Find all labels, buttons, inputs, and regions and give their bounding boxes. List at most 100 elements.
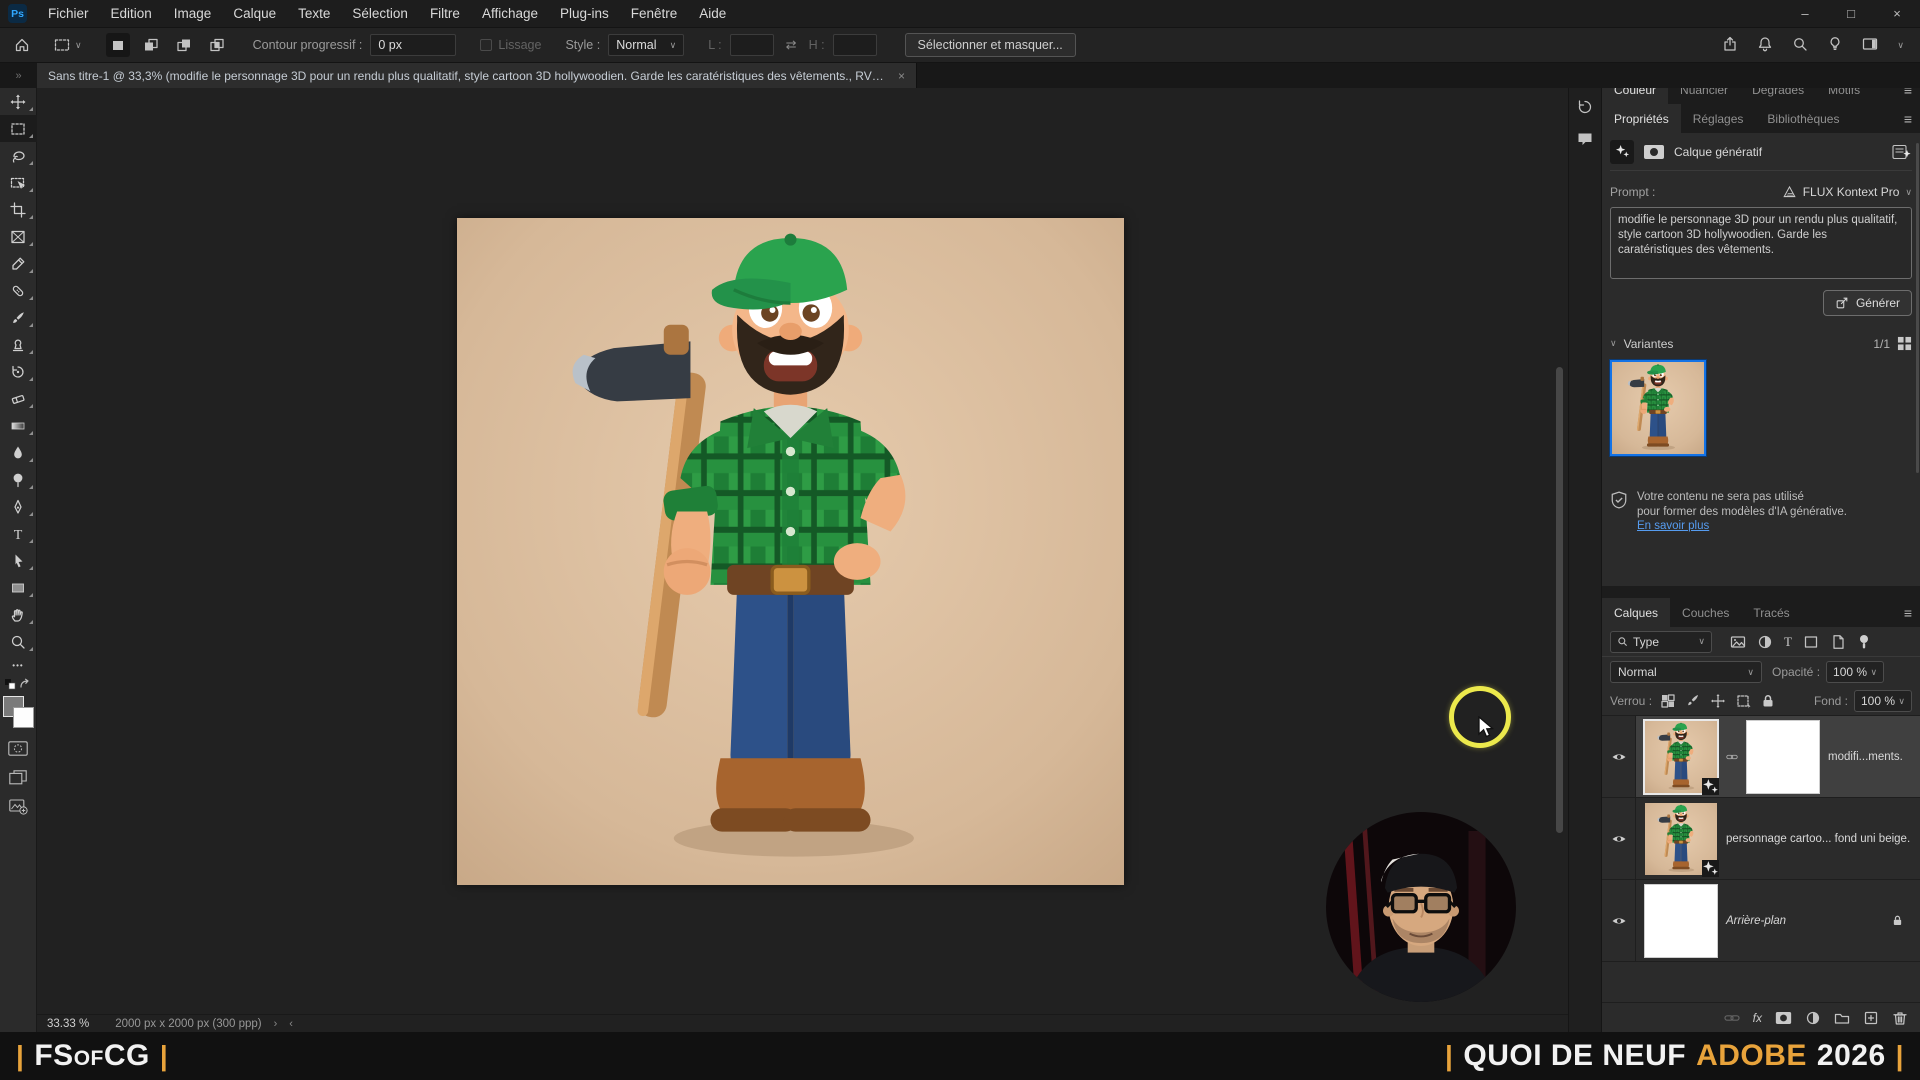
photoshop-logo-icon[interactable]: Ps <box>8 4 27 23</box>
filter-shape-layers-icon[interactable] <box>1803 634 1819 650</box>
filter-adjustment-layers-icon[interactable] <box>1757 634 1773 650</box>
fill-input[interactable]: 100 % ∨ <box>1854 690 1912 712</box>
share-image-button[interactable] <box>9 799 28 820</box>
learn-more-link[interactable]: En savoir plus <box>1637 520 1709 532</box>
menu-fenetre[interactable]: Fenêtre <box>620 0 689 27</box>
generate-button[interactable]: Générer <box>1823 290 1912 316</box>
add-mask-icon[interactable] <box>1775 1011 1792 1025</box>
swap-colors-icon[interactable] <box>5 678 31 690</box>
filter-toggle-icon[interactable] <box>1857 634 1871 650</box>
tool-pen[interactable] <box>0 493 37 520</box>
opacity-input[interactable]: 100 % ∨ <box>1826 661 1884 683</box>
menu-fichier[interactable]: Fichier <box>37 0 100 27</box>
canvas-area[interactable] <box>37 88 1568 1014</box>
panel-menu-icon[interactable]: ≡ <box>1904 605 1912 621</box>
layer-thumbnail[interactable] <box>1645 885 1717 957</box>
zoom-level-field[interactable]: 33.33 % <box>47 1018 89 1030</box>
selection-new-icon[interactable] <box>106 33 130 57</box>
variant-thumbnail[interactable] <box>1610 360 1706 456</box>
status-next-icon[interactable]: › <box>274 1018 278 1030</box>
grid-view-icon[interactable] <box>1897 336 1912 351</box>
tool-hand[interactable] <box>0 601 37 628</box>
menu-calque[interactable]: Calque <box>222 0 287 27</box>
tool-rectangular-marquee[interactable] <box>0 115 37 142</box>
tab-couches[interactable]: Couches <box>1670 598 1741 627</box>
minimize-button[interactable]: – <box>1782 0 1828 27</box>
canvas-vertical-scrollbar[interactable] <box>1556 367 1563 833</box>
tools-overflow-icon[interactable]: ••• <box>12 661 23 670</box>
selection-intersect-icon[interactable] <box>205 33 229 57</box>
layer-mask-thumbnail[interactable] <box>1747 721 1819 793</box>
mask-link-icon[interactable] <box>1726 751 1738 763</box>
chevron-down-icon[interactable]: ∨ <box>1897 41 1904 50</box>
swap-dimensions-icon[interactable]: ⇄ <box>786 37 797 53</box>
style-select[interactable]: Normal ∨ <box>608 34 684 56</box>
quick-mask-button[interactable] <box>8 741 28 761</box>
panel-menu-icon[interactable]: ≡ <box>1904 111 1912 127</box>
history-panel-icon[interactable] <box>1577 99 1593 120</box>
layer-name[interactable]: Arrière-plan <box>1726 915 1786 927</box>
model-select[interactable]: FLUX Kontext Pro ∨ <box>1782 185 1912 199</box>
menu-edition[interactable]: Edition <box>100 0 163 27</box>
share-icon[interactable] <box>1722 36 1738 55</box>
screen-mode-button[interactable] <box>9 770 27 790</box>
comments-panel-icon[interactable] <box>1577 131 1593 152</box>
menu-selection[interactable]: Sélection <box>341 0 419 27</box>
menu-plugins[interactable]: Plug-ins <box>549 0 620 27</box>
panel-scrollbar[interactable] <box>1916 143 1919 473</box>
tool-rectangle[interactable] <box>0 574 37 601</box>
layer-name[interactable]: personnage cartoo... fond uni beige. <box>1726 833 1910 845</box>
tab-traces[interactable]: Tracés <box>1741 598 1801 627</box>
new-layer-icon[interactable] <box>1863 1010 1879 1026</box>
search-icon[interactable] <box>1792 36 1808 55</box>
tool-lasso[interactable] <box>0 142 37 169</box>
menu-aide[interactable]: Aide <box>688 0 737 27</box>
lock-transparency-icon[interactable] <box>1660 693 1676 709</box>
lock-artboard-icon[interactable] <box>1735 693 1751 709</box>
layer-name[interactable]: modifi...ments. <box>1828 751 1903 763</box>
layer-row-generative[interactable]: modifi...ments. <box>1602 716 1920 798</box>
tool-path-selection[interactable] <box>0 547 37 574</box>
tab-calques[interactable]: Calques <box>1602 598 1670 627</box>
tool-spot-healing-brush[interactable] <box>0 277 37 304</box>
filter-pixel-layers-icon[interactable] <box>1730 634 1746 650</box>
tab-proprietes[interactable]: Propriétés <box>1602 104 1681 133</box>
tool-type[interactable]: T <box>0 520 37 547</box>
blend-mode-select[interactable]: Normal ∨ <box>1610 661 1762 683</box>
panel-options-icon[interactable] <box>1892 144 1912 160</box>
menu-filtre[interactable]: Filtre <box>419 0 471 27</box>
menu-affichage[interactable]: Affichage <box>471 0 549 27</box>
toolbar-overflow-icon[interactable]: » <box>0 63 37 88</box>
link-layers-icon[interactable] <box>1724 1010 1740 1026</box>
layer-filter-select[interactable]: Type ∨ <box>1610 631 1712 653</box>
add-adjustment-icon[interactable] <box>1805 1010 1821 1026</box>
document-image[interactable] <box>457 218 1124 885</box>
notifications-bell-icon[interactable] <box>1757 36 1773 55</box>
layer-row-background[interactable]: Arrière-plan <box>1602 880 1920 962</box>
tool-clone-stamp[interactable] <box>0 331 37 358</box>
layer-row-cartoon[interactable]: personnage cartoo... fond uni beige. <box>1602 798 1920 880</box>
close-button[interactable]: × <box>1874 0 1920 27</box>
home-icon[interactable] <box>14 37 30 53</box>
tool-brush[interactable] <box>0 304 37 331</box>
lock-pixels-icon[interactable] <box>1685 693 1701 709</box>
filter-smart-objects-icon[interactable] <box>1830 634 1846 650</box>
maximize-button[interactable]: □ <box>1828 0 1874 27</box>
tool-crop[interactable] <box>0 196 37 223</box>
chevron-down-icon[interactable]: ∨ <box>1610 339 1617 348</box>
visibility-eye-icon[interactable] <box>1611 749 1627 765</box>
tab-reglages[interactable]: Réglages <box>1681 104 1756 133</box>
active-tool-preview[interactable]: ∨ <box>54 37 82 53</box>
width-input[interactable] <box>730 34 774 56</box>
discover-lightbulb-icon[interactable] <box>1827 36 1843 55</box>
tool-zoom[interactable] <box>0 628 37 655</box>
tab-close-icon[interactable]: × <box>898 69 905 83</box>
tool-dodge[interactable] <box>0 466 37 493</box>
tool-eraser[interactable] <box>0 385 37 412</box>
background-color-swatch[interactable] <box>13 707 34 728</box>
status-prev-icon[interactable]: ‹ <box>289 1018 293 1030</box>
visibility-eye-icon[interactable] <box>1611 831 1627 847</box>
delete-layer-icon[interactable] <box>1892 1010 1908 1026</box>
lock-position-icon[interactable] <box>1710 693 1726 709</box>
new-group-icon[interactable] <box>1834 1010 1850 1026</box>
